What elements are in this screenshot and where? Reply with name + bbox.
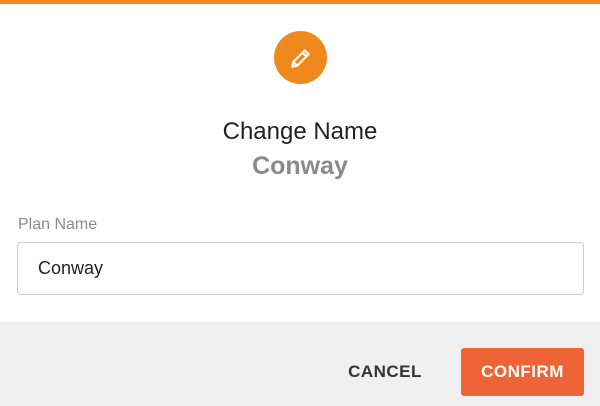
plan-name-label: Plan Name [18,216,98,233]
confirm-button[interactable]: CONFIRM [461,348,584,396]
dialog-subtitle: Conway [252,152,348,180]
accent-top-bar [0,0,600,4]
plan-name-input[interactable] [17,242,584,295]
change-name-dialog: Change Name Conway Plan Name CANCEL CONF… [0,0,600,406]
pencil-icon-badge [274,31,327,84]
dialog-title: Change Name [222,118,378,145]
pencil-icon [290,48,310,68]
cancel-button[interactable]: CANCEL [340,348,430,396]
